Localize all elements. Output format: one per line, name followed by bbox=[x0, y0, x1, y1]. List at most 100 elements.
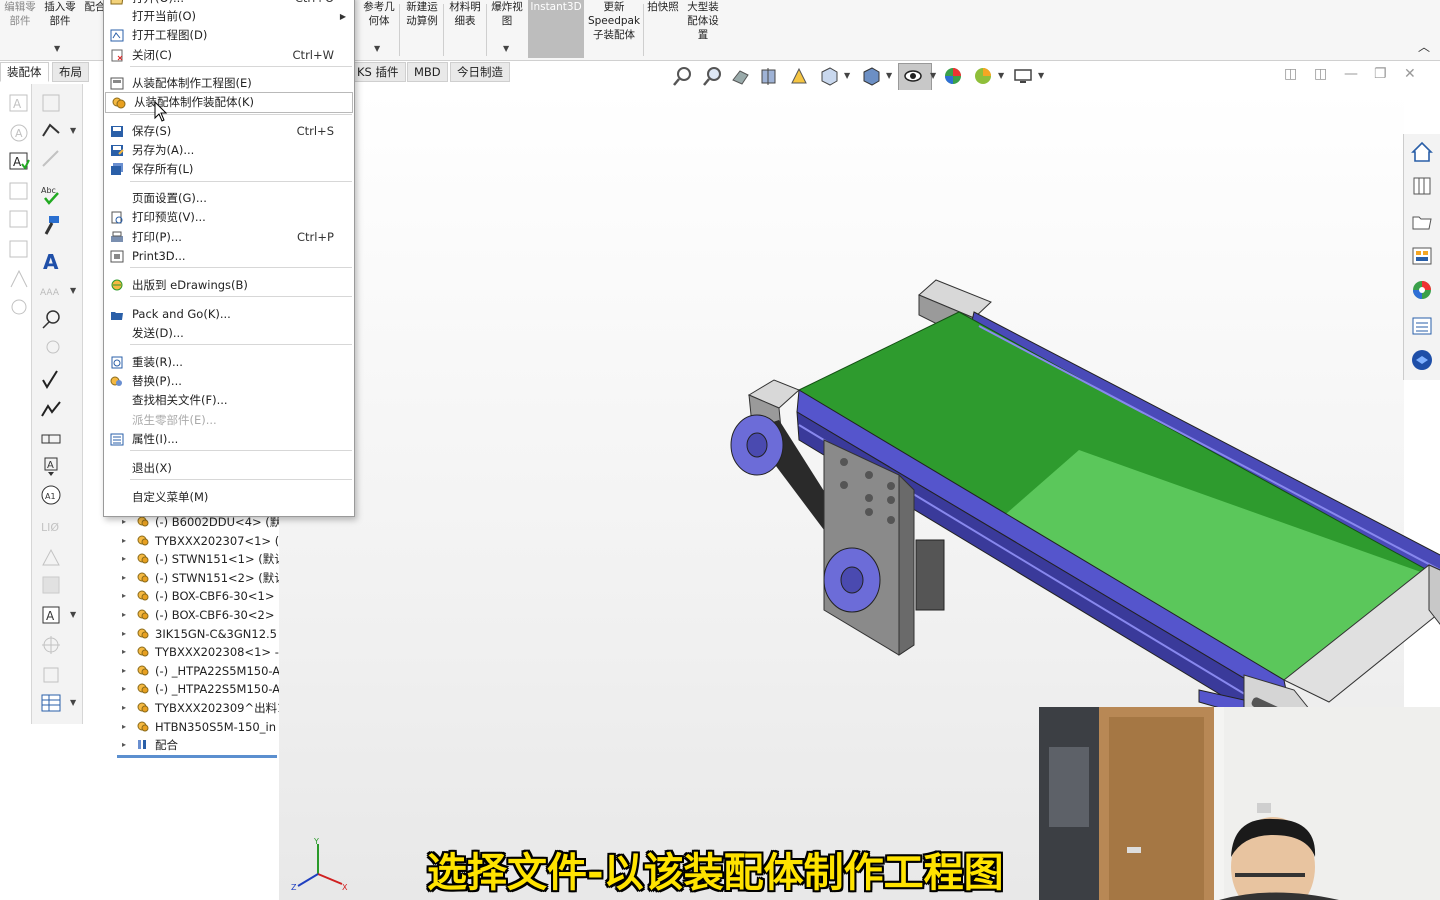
centerline-icon[interactable] bbox=[40, 664, 62, 686]
tree-rollback-bar[interactable] bbox=[117, 755, 277, 758]
expand-arrow-icon[interactable]: ▸ bbox=[122, 643, 126, 661]
expand-arrow-icon[interactable]: ▸ bbox=[122, 625, 126, 643]
hole-callout-icon[interactable] bbox=[8, 208, 30, 230]
linear-note-pattern-icon[interactable]: AAA bbox=[40, 280, 62, 302]
datum-feature-symbol-icon[interactable]: A bbox=[40, 456, 62, 478]
restore-icon[interactable]: ❐ bbox=[1374, 66, 1387, 82]
menu-item-open-current[interactable]: 打开当前(O) ▶ bbox=[104, 7, 354, 26]
dynamic-annotation-icon[interactable] bbox=[788, 65, 810, 87]
menu-item-find-references[interactable]: 查找相关文件(F)... bbox=[104, 391, 354, 410]
appearances-icon[interactable] bbox=[1410, 278, 1434, 302]
tree-item-component[interactable]: ▸ (-) BOX-CBF6-30<2> ( bbox=[117, 606, 279, 624]
menu-item-save[interactable]: 保存(S) Ctrl+S bbox=[104, 122, 354, 141]
auto-balloon-icon[interactable] bbox=[40, 338, 62, 360]
menu-item-customize-menu[interactable]: 自定义菜单(M) bbox=[104, 488, 354, 507]
file-explorer-icon[interactable] bbox=[1410, 210, 1434, 234]
conveyor-model[interactable] bbox=[699, 270, 1440, 770]
tree-item-component[interactable]: ▸ (-) _HTPA22S5M150-A bbox=[117, 680, 279, 698]
geometric-tolerance-frame-icon[interactable] bbox=[40, 428, 62, 450]
chevron-down-icon[interactable]: ▼ bbox=[70, 698, 76, 707]
balloon-note-icon[interactable] bbox=[40, 308, 62, 330]
ribbon-bom[interactable]: 材料明 细表 bbox=[445, 0, 485, 28]
chevron-down-icon[interactable]: ▼ bbox=[930, 71, 936, 80]
tab-today-manufacturing[interactable]: 今日制造 bbox=[450, 62, 510, 82]
close-icon[interactable]: ✕ bbox=[1404, 66, 1416, 82]
ribbon-update-speedpak[interactable]: 更新 Speedpak 子装配体 bbox=[586, 0, 642, 42]
hide-show-items-icon[interactable] bbox=[902, 65, 924, 87]
note-icon[interactable]: A bbox=[8, 92, 30, 114]
text-note-icon[interactable]: A bbox=[40, 250, 62, 272]
expand-arrow-icon[interactable]: ▸ bbox=[122, 532, 126, 550]
revision-symbol-icon[interactable] bbox=[40, 546, 62, 568]
table-icon[interactable] bbox=[40, 692, 62, 714]
expand-arrow-icon[interactable]: ▸ bbox=[122, 699, 126, 717]
chevron-down-icon[interactable]: ▼ bbox=[844, 71, 850, 80]
datum-feature-icon[interactable] bbox=[8, 268, 30, 290]
zoom-to-fit-icon[interactable] bbox=[672, 65, 694, 87]
tree-item-mates[interactable]: ▸ 配合 bbox=[117, 736, 279, 754]
tree-item-component[interactable]: ▸ (-) STWN151<2> (默认 bbox=[117, 569, 279, 587]
previous-view-icon[interactable] bbox=[730, 65, 752, 87]
center-mark-icon[interactable] bbox=[40, 634, 62, 656]
menu-item-make-drawing-from-assembly[interactable]: 从装配体制作工程图(E) bbox=[104, 74, 354, 93]
expand-arrow-icon[interactable]: ▸ bbox=[122, 550, 126, 568]
menu-item-replace[interactable]: 替换(P)... bbox=[104, 372, 354, 391]
tree-item-component[interactable]: ▸ (-) BOX-CBF6-30<1> ( bbox=[117, 587, 279, 605]
menu-item-close[interactable]: 关闭(C) Ctrl+W bbox=[104, 46, 354, 65]
tab-plugins[interactable]: KS 插件 bbox=[350, 62, 406, 82]
menu-item-save-all[interactable]: 保存所有(L) bbox=[104, 160, 354, 179]
edit-appearance-icon[interactable] bbox=[942, 65, 964, 87]
tree-item-component[interactable]: ▸ TYBXXX202309^出料1 bbox=[117, 699, 279, 717]
expand-arrow-icon[interactable]: ▸ bbox=[122, 569, 126, 587]
smart-dimension-icon[interactable] bbox=[40, 92, 62, 114]
view-orientation-icon[interactable] bbox=[818, 65, 840, 87]
weld-line-icon[interactable] bbox=[40, 398, 62, 420]
tile-right-icon[interactable]: ◫ bbox=[1314, 66, 1327, 82]
surface-finish-symbol-icon[interactable] bbox=[40, 368, 62, 390]
tab-layout[interactable]: 布局 bbox=[52, 62, 89, 82]
tree-item-component[interactable]: ▸ TYBXXX202308<1> -> bbox=[117, 643, 279, 661]
model-items-icon[interactable] bbox=[40, 148, 62, 170]
chevron-down-icon[interactable]: ▼ bbox=[1038, 71, 1044, 80]
solidworks-resources-icon[interactable] bbox=[1410, 348, 1434, 372]
ribbon-instant3d[interactable]: Instant3D bbox=[528, 0, 584, 58]
chevron-up-icon[interactable]: ︿ bbox=[1418, 38, 1430, 55]
hole-callout-symbol-icon[interactable]: LIØ bbox=[40, 516, 62, 538]
ribbon-reference-geometry[interactable]: 参考几 何体 bbox=[358, 0, 400, 28]
format-painter-icon[interactable] bbox=[40, 214, 62, 236]
tile-left-icon[interactable]: ◫ bbox=[1284, 66, 1297, 82]
apply-scene-icon[interactable] bbox=[972, 65, 994, 87]
datum-target-icon[interactable] bbox=[8, 296, 30, 318]
ribbon-new-motion-study[interactable]: 新建运 动算例 bbox=[402, 0, 442, 28]
section-view-icon[interactable] bbox=[758, 65, 780, 87]
chevron-down-icon[interactable]: ▼ bbox=[54, 44, 60, 53]
tree-item-component[interactable]: ▸ 3IK15GN-C&3GN12.5 bbox=[117, 625, 279, 643]
menu-item-exit[interactable]: 退出(X) bbox=[104, 459, 354, 478]
minimize-icon[interactable]: — bbox=[1344, 66, 1358, 82]
chevron-down-icon[interactable]: ▼ bbox=[886, 71, 892, 80]
menu-item-pack-and-go[interactable]: Pack and Go(K)... bbox=[104, 305, 354, 324]
menu-item-make-assembly-from-assembly[interactable]: 从装配体制作装配体(K) bbox=[105, 92, 353, 113]
chevron-down-icon[interactable]: ▼ bbox=[70, 610, 76, 619]
tree-item-component[interactable]: ▸ HTBN350S5M-150_in bbox=[117, 718, 279, 736]
chevron-down-icon[interactable]: ▼ bbox=[374, 44, 380, 53]
menu-item-properties[interactable]: 属性(I)... bbox=[104, 430, 354, 449]
geometric-tolerance-icon[interactable] bbox=[8, 238, 30, 260]
view-palette-icon[interactable] bbox=[1410, 244, 1434, 268]
ribbon-large-assembly-settings[interactable]: 大型装 配体设 置 bbox=[684, 0, 722, 42]
tree-item-component[interactable]: ▸ TYBXXX202307<1> (默 bbox=[117, 532, 279, 550]
tab-mbd[interactable]: MBD bbox=[407, 62, 448, 82]
expand-arrow-icon[interactable]: ▸ bbox=[122, 587, 126, 605]
expand-arrow-icon[interactable]: ▸ bbox=[122, 662, 126, 680]
chevron-down-icon[interactable]: ▼ bbox=[70, 286, 76, 295]
tree-item-component[interactable]: ▸ (-) STWN151<1> (默认 bbox=[117, 550, 279, 568]
expand-arrow-icon[interactable]: ▸ bbox=[122, 736, 126, 754]
menu-item-print[interactable]: 打印(P)... Ctrl+P bbox=[104, 228, 354, 247]
custom-properties-icon[interactable] bbox=[1410, 314, 1434, 338]
line-icon[interactable] bbox=[40, 120, 62, 142]
area-hatch-icon[interactable] bbox=[40, 574, 62, 596]
design-library-icon[interactable] bbox=[1410, 174, 1434, 198]
ribbon-exploded-view[interactable]: 爆炸视 图 bbox=[488, 0, 526, 28]
menu-item-print-preview[interactable]: 打印预览(V)... bbox=[104, 208, 354, 227]
datum-target-symbol-icon[interactable]: A1 bbox=[40, 484, 62, 506]
